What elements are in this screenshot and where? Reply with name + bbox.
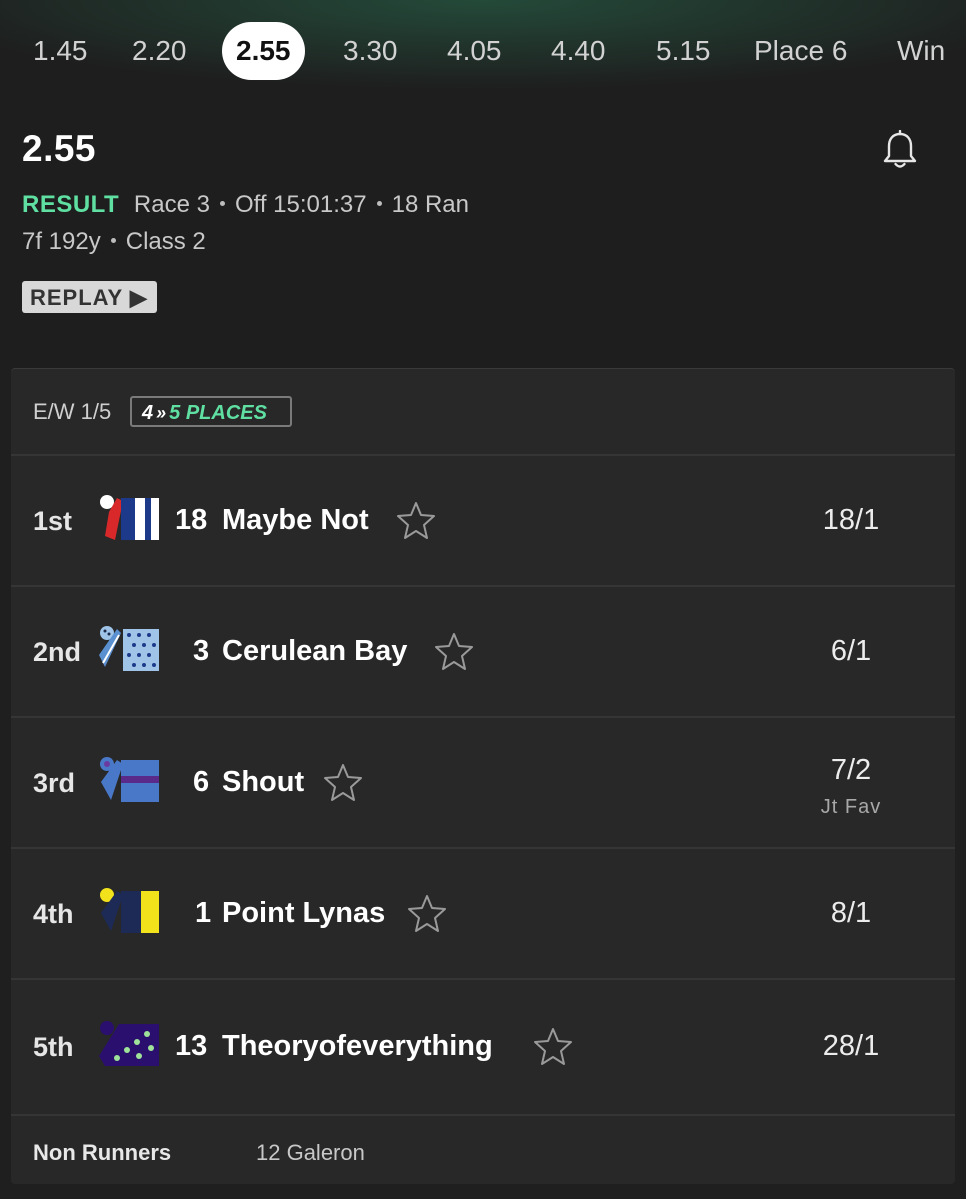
off-time: Off 15:01:37 — [234, 191, 367, 218]
star-icon[interactable] — [434, 632, 474, 672]
race-meta-line-1: RESULT Race 3 Off 15:01:37 18 Ran — [22, 191, 469, 219]
runner-row[interactable]: 5th 13 Theoryofeverything 28/1 — [11, 978, 955, 1111]
runner-row[interactable]: 4th 1 Point Lynas 8/1 — [11, 847, 955, 980]
race-number: Race 3 — [133, 191, 210, 218]
finish-position: 4th — [33, 899, 74, 929]
race-distance: 7f 192y — [22, 228, 101, 255]
separator-dot — [219, 201, 225, 207]
tab-4-05[interactable]: 4.05 — [447, 22, 502, 80]
non-runners-label: Non Runners — [33, 1140, 172, 1165]
tab-2-20[interactable]: 2.20 — [132, 22, 187, 80]
runner-row[interactable]: 3rd 6 Shout 7/2 Jt Fav — [11, 716, 955, 849]
horse-name[interactable]: Point Lynas — [222, 897, 385, 930]
non-runners-row: Non Runners 12 Galeron — [11, 1114, 955, 1186]
race-title: 2.55 — [22, 128, 97, 169]
results-card: E/W 1/5 4» 5 PLACES 1st 18 Maybe Not 18/1… — [11, 368, 955, 1184]
race-meta-line-2: 7f 192y Class 2 — [22, 228, 206, 256]
tab-place-6[interactable]: Place 6 — [754, 22, 847, 80]
bell-icon[interactable] — [880, 129, 920, 172]
horse-name[interactable]: Cerulean Bay — [222, 635, 407, 668]
star-icon[interactable] — [323, 763, 363, 803]
tab-3-30[interactable]: 3.30 — [343, 22, 398, 80]
places-to: 5 PLACES — [169, 402, 267, 424]
star-icon[interactable] — [407, 894, 447, 934]
non-runners-value: 12 Galeron — [256, 1140, 365, 1165]
double-chevron-icon: » — [156, 403, 167, 423]
separator-dot — [110, 238, 116, 244]
jockey-silks-icon — [97, 756, 161, 806]
runner-row[interactable]: 1st 18 Maybe Not 18/1 — [11, 454, 955, 587]
result-status: RESULT — [22, 191, 120, 218]
starting-price: 18/1 — [822, 504, 880, 536]
jockey-silks-icon — [97, 887, 161, 937]
tab-2-55[interactable]: 2.55 — [222, 22, 305, 80]
horse-name[interactable]: Theoryofeverything — [222, 1030, 493, 1063]
horse-name[interactable]: Shout — [222, 766, 304, 799]
jockey-silks-icon — [97, 494, 161, 544]
star-icon[interactable] — [533, 1027, 573, 1067]
runner-number: 3 — [193, 635, 210, 667]
jockey-silks-icon — [97, 625, 161, 675]
runner-number: 18 — [175, 504, 208, 536]
finish-position: 1st — [33, 506, 73, 536]
race-class: Class 2 — [125, 228, 206, 255]
runner-number: 1 — [195, 897, 212, 929]
jockey-silks-icon — [97, 1020, 161, 1070]
runner-number: 6 — [193, 766, 210, 798]
starting-price: 28/1 — [822, 1030, 880, 1062]
finish-position: 5th — [33, 1032, 74, 1062]
runner-row[interactable]: 2nd 3 Cerulean Bay 6/1 — [11, 585, 955, 718]
starting-price: 8/1 — [830, 897, 872, 929]
each-way-terms: E/W 1/5 — [33, 399, 112, 424]
tab-win[interactable]: Win — [897, 22, 945, 80]
runner-number: 13 — [175, 1030, 208, 1062]
star-icon[interactable] — [396, 501, 436, 541]
finish-position: 3rd — [33, 768, 76, 798]
tab-4-40[interactable]: 4.40 — [551, 22, 606, 80]
horse-name[interactable]: Maybe Not — [222, 504, 369, 537]
starting-price: 7/2 — [830, 754, 872, 786]
favourite-note: Jt Fav — [820, 796, 882, 818]
race-tabs: 1.45 2.20 2.55 3.30 4.05 4.40 5.15 Place… — [0, 22, 966, 82]
finish-position: 2nd — [33, 637, 82, 667]
separator-dot — [376, 201, 382, 207]
replay-button[interactable]: REPLAY ▶ — [22, 281, 157, 313]
tab-5-15[interactable]: 5.15 — [656, 22, 711, 80]
runner-count: 18 Ran — [391, 191, 469, 218]
extra-places-badge: 4» 5 PLACES — [130, 396, 292, 427]
places-from: 4 — [142, 402, 154, 424]
starting-price: 6/1 — [830, 635, 872, 667]
tab-1-45[interactable]: 1.45 — [33, 22, 88, 80]
